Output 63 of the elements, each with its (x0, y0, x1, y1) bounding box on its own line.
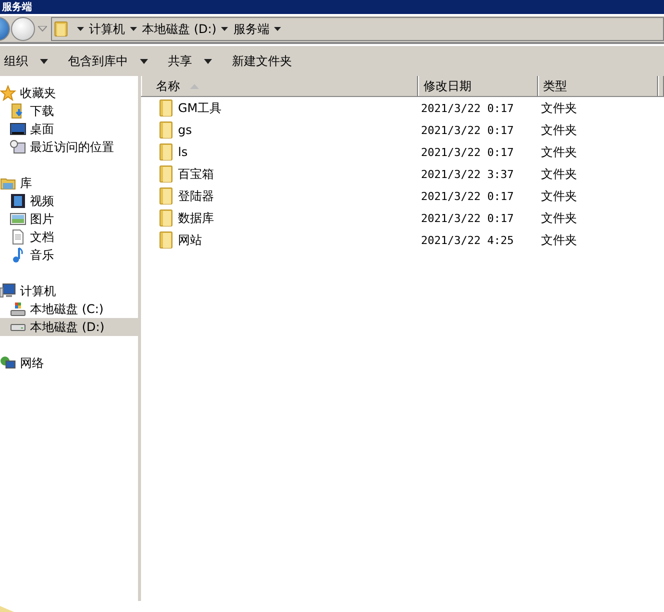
nav-item[interactable]: 本地磁盘 (D:) (0, 318, 138, 336)
type-cell: 文件夹 (541, 210, 577, 226)
type-cell: 文件夹 (541, 100, 577, 116)
nav-item[interactable]: 图片 (0, 210, 138, 228)
nav-item[interactable]: 文档 (0, 228, 138, 246)
breadcrumb-item[interactable]: 本地磁盘 (D:) (142, 20, 216, 38)
type-cell: 文件夹 (541, 144, 577, 160)
file-name[interactable]: 百宝箱 (178, 166, 214, 182)
music-note-icon (12, 247, 24, 263)
file-name[interactable]: 登陆器 (178, 188, 214, 204)
file-name[interactable]: 数据库 (178, 210, 214, 226)
address-bar[interactable]: 计算机 本地磁盘 (D:) 服务端 (51, 17, 664, 41)
caret-icon[interactable] (274, 27, 282, 31)
nav-item[interactable]: 本地磁盘 (C:) (0, 300, 138, 318)
toolbar-button[interactable]: 新建文件夹 (222, 48, 302, 74)
date-cell: 2021/3/22 0:17 (421, 146, 514, 158)
network-icon (0, 355, 16, 371)
star-icon (0, 85, 16, 101)
file-name[interactable]: ls (178, 145, 188, 159)
nav-item[interactable]: 计算机 (0, 282, 138, 300)
type-cell: 文件夹 (541, 232, 577, 248)
nav-item[interactable]: 桌面 (0, 120, 138, 138)
column-header[interactable] (658, 76, 664, 96)
date-cell: 2021/3/22 0:17 (421, 102, 514, 114)
picture-icon (10, 213, 26, 225)
file-name[interactable]: gs (178, 123, 192, 137)
window-title: 服务端 (2, 0, 32, 14)
date-cell: 2021/3/22 0:17 (421, 124, 514, 136)
toolbar-button[interactable]: 共享 (158, 48, 222, 74)
date-cell: 2021/3/22 4:25 (421, 234, 514, 246)
column-header[interactable]: 类型 (538, 76, 658, 96)
nav-item[interactable]: 音乐 (0, 246, 138, 264)
type-cell: 文件夹 (541, 122, 577, 138)
toolbar-button[interactable]: 包含到库中 (58, 48, 158, 74)
nav-item[interactable]: 收藏夹 (0, 84, 138, 102)
date-cell: 2021/3/22 3:37 (421, 168, 514, 180)
date-cell: 2021/3/22 0:17 (421, 190, 514, 202)
computer-icon (0, 283, 16, 299)
document-icon (12, 229, 24, 245)
drive-icon (10, 324, 26, 330)
system-drive-icon (10, 302, 26, 316)
breadcrumb-item[interactable]: 计算机 (89, 20, 125, 38)
caret-icon[interactable] (221, 27, 228, 31)
nav-item[interactable]: 网络 (0, 354, 138, 372)
nav-item[interactable]: 库 (0, 174, 138, 192)
column-header[interactable]: 修改日期 (418, 76, 538, 96)
caret-icon[interactable] (77, 27, 84, 31)
file-name[interactable]: GM工具 (178, 100, 222, 116)
forward-button[interactable] (11, 17, 35, 41)
type-cell: 文件夹 (541, 188, 577, 204)
nav-item[interactable]: 最近访问的位置 (0, 138, 138, 156)
type-cell: 文件夹 (541, 166, 577, 182)
date-cell: 2021/3/22 0:17 (421, 212, 514, 224)
file-name[interactable]: 网站 (178, 232, 202, 248)
desktop-icon (10, 123, 26, 135)
recent-places-icon (10, 140, 26, 154)
caret-icon[interactable] (130, 27, 137, 31)
toolbar-button[interactable]: 组织 (0, 48, 58, 74)
nav-item[interactable]: 视频 (0, 192, 138, 210)
breadcrumb-item[interactable]: 服务端 (233, 20, 270, 38)
nav-item[interactable]: 下载 (0, 102, 138, 120)
column-header[interactable]: 名称 (141, 76, 418, 96)
video-icon (10, 193, 26, 209)
